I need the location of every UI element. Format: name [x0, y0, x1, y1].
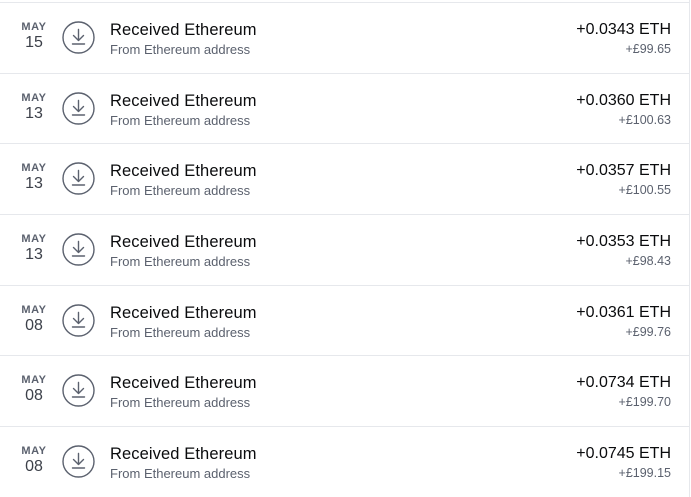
transaction-title: Received Ethereum	[110, 233, 257, 252]
transaction-subtitle: From Ethereum address	[110, 254, 251, 270]
download-icon	[62, 374, 95, 408]
transaction-row[interactable]: MAY 13 Received Ethereum From Ethereum a…	[0, 215, 689, 286]
download-icon	[62, 233, 95, 266]
download-icon	[62, 91, 95, 125]
transaction-title: Received Ethereum	[110, 91, 257, 110]
transaction-row[interactable]: MAY 13 Received Ethereum From Ethereum a…	[0, 74, 689, 145]
transaction-subtitle: From Ethereum address	[110, 112, 251, 128]
transaction-day: 08	[25, 387, 43, 405]
transaction-title: Received Ethereum	[110, 374, 257, 393]
transaction-subtitle: From Ethereum address	[110, 466, 251, 482]
transaction-crypto-amount: +0.0353 ETH	[576, 233, 671, 251]
transaction-subtitle: From Ethereum address	[110, 42, 251, 57]
transaction-date: MAY 13	[14, 233, 54, 264]
transaction-crypto-amount: +0.0361 ETH	[576, 303, 671, 321]
transaction-day: 08	[25, 458, 43, 476]
download-icon	[62, 162, 95, 196]
transaction-date: MAY 08	[14, 445, 54, 476]
transaction-crypto-amount: +0.0343 ETH	[576, 21, 671, 38]
transaction-fiat-amount: +£99.76	[625, 324, 671, 339]
download-icon	[62, 304, 95, 337]
transaction-month: MAY	[21, 303, 47, 316]
transaction-title: Received Ethereum	[110, 162, 257, 181]
transaction-crypto-amount: +0.0357 ETH	[576, 162, 671, 180]
transaction-date: MAY 13	[14, 162, 54, 193]
transaction-fiat-amount: +£199.70	[618, 395, 671, 410]
transaction-row[interactable]: MAY 08 Received Ethereum From Ethereum a…	[0, 356, 689, 428]
transaction-month: MAY	[21, 233, 47, 246]
download-icon	[62, 445, 95, 478]
transaction-row[interactable]: MAY 13 Received Ethereum From Ethereum a…	[0, 144, 689, 216]
transaction-date: MAY 08	[14, 304, 54, 335]
transaction-month: MAY	[21, 21, 47, 33]
transaction-crypto-amount: +0.0745 ETH	[576, 445, 671, 463]
transaction-subtitle: From Ethereum address	[110, 324, 251, 340]
transaction-row[interactable]: MAY 08 Received Ethereum From Ethereum a…	[0, 427, 689, 497]
transaction-list-panel: MAY 15 Received Ethereum From Ethereum a…	[0, 0, 690, 497]
transaction-fiat-amount: +£98.43	[625, 254, 671, 269]
transaction-list: MAY 15 Received Ethereum From Ethereum a…	[0, 3, 689, 497]
transaction-title: Received Ethereum	[110, 303, 257, 322]
transaction-day: 13	[25, 246, 43, 264]
transaction-month: MAY	[21, 91, 47, 104]
transaction-fiat-amount: +£199.15	[618, 466, 671, 481]
transaction-month: MAY	[21, 445, 47, 458]
transaction-day: 15	[25, 34, 43, 51]
transaction-subtitle: From Ethereum address	[110, 395, 251, 411]
transaction-day: 13	[25, 104, 43, 122]
transaction-day: 13	[25, 175, 43, 193]
transaction-month: MAY	[21, 162, 47, 175]
transaction-crypto-amount: +0.0360 ETH	[576, 91, 671, 109]
transaction-row[interactable]: MAY 08 Received Ethereum From Ethereum a…	[0, 286, 689, 357]
transaction-crypto-amount: +0.0734 ETH	[576, 374, 671, 392]
transaction-date: MAY 08	[14, 374, 54, 405]
transaction-row[interactable]: MAY 15 Received Ethereum From Ethereum a…	[0, 3, 689, 74]
transaction-fiat-amount: +£100.63	[618, 112, 671, 127]
transaction-date: MAY 13	[14, 92, 54, 123]
transaction-title: Received Ethereum	[110, 445, 257, 464]
transaction-date: MAY 15	[14, 21, 54, 52]
download-icon	[62, 21, 95, 54]
transaction-subtitle: From Ethereum address	[110, 183, 251, 199]
transaction-month: MAY	[21, 374, 47, 387]
transaction-day: 08	[25, 316, 43, 334]
transaction-fiat-amount: +£99.65	[625, 42, 671, 56]
transaction-fiat-amount: +£100.55	[618, 183, 671, 198]
transaction-title: Received Ethereum	[110, 21, 257, 39]
